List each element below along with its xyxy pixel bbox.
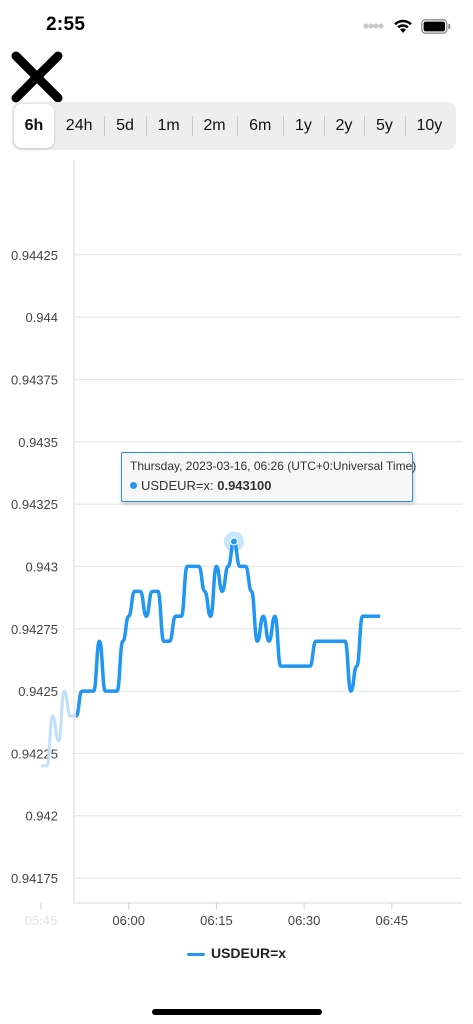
hover-point bbox=[229, 537, 238, 546]
legend-label: USDEUR=x bbox=[210, 945, 287, 961]
range-5d[interactable]: 5d bbox=[104, 104, 145, 148]
y-tick-label: 0.944 bbox=[25, 310, 58, 325]
range-2y[interactable]: 2y bbox=[323, 104, 365, 148]
chart-tooltip: Thursday, 2023-03-16, 06:26 (UTC+0:Unive… bbox=[121, 452, 417, 502]
y-tick-label: 0.943 bbox=[25, 559, 58, 574]
y-tick-label: 0.9435 bbox=[18, 435, 58, 450]
range-2m[interactable]: 2m bbox=[191, 104, 238, 148]
range-24h[interactable]: 24h bbox=[54, 104, 104, 148]
range-6h[interactable]: 6h bbox=[14, 104, 54, 148]
tooltip-series-name: USDEUR=x bbox=[141, 478, 210, 493]
cellular-signal-icon bbox=[363, 23, 384, 29]
price-chart-svg: 0.94425 0.944 0.94375 0.9435 0.94325 0.943 0.9… bbox=[11, 160, 462, 928]
legend-swatch bbox=[186, 952, 205, 956]
range-6m[interactable]: 6m bbox=[237, 104, 283, 148]
range-10y[interactable]: 10y bbox=[404, 104, 454, 148]
y-tick-label: 0.9425 bbox=[18, 684, 58, 699]
x-tick-label: 06:15 bbox=[200, 913, 233, 928]
range-5y[interactable]: 5y bbox=[364, 104, 405, 148]
y-tick-label: 0.94175 bbox=[11, 871, 58, 886]
home-indicator bbox=[152, 1009, 322, 1015]
price-chart[interactable]: 0.94425 0.944 0.94375 0.9435 0.94325 0.943 0.9… bbox=[0, 160, 473, 960]
status-icons bbox=[363, 16, 451, 36]
x-icon bbox=[11, 51, 63, 103]
close-button[interactable] bbox=[8, 48, 66, 106]
tooltip-series-dot bbox=[130, 482, 137, 490]
tooltip-date: Thursday, 2023-03-16, 06:26 (UTC+0:Unive… bbox=[130, 459, 417, 473]
range-1m[interactable]: 1m bbox=[145, 104, 192, 148]
wifi-icon bbox=[394, 19, 412, 33]
status-time: 2:55 bbox=[46, 14, 86, 35]
y-tick-label: 0.94275 bbox=[11, 622, 58, 637]
y-tick-label: 0.94375 bbox=[11, 372, 58, 387]
x-tick-label: 06:00 bbox=[112, 913, 145, 928]
y-tick-label: 0.94225 bbox=[11, 746, 58, 761]
chart-legend[interactable]: USDEUR=x bbox=[0, 945, 473, 961]
y-tick-label: 0.94425 bbox=[11, 248, 58, 263]
tooltip-value: 0.943100 bbox=[217, 478, 272, 493]
range-selector: 6h 24h 5d 1m 2m 6m 1y 2y 5y 10y bbox=[12, 102, 456, 150]
tooltip-series-row: USDEUR=x: 0.943100 bbox=[130, 478, 404, 493]
x-tick-label: 05:45 bbox=[25, 913, 58, 928]
x-tick-label: 06:30 bbox=[288, 913, 321, 928]
y-tick-label: 0.942 bbox=[25, 809, 58, 824]
range-1y[interactable]: 1y bbox=[283, 104, 324, 148]
status-bar: 2:55 bbox=[0, 0, 473, 50]
x-tick-label: 06:45 bbox=[376, 913, 409, 928]
y-tick-label: 0.94325 bbox=[11, 497, 58, 512]
battery-icon bbox=[421, 18, 451, 34]
